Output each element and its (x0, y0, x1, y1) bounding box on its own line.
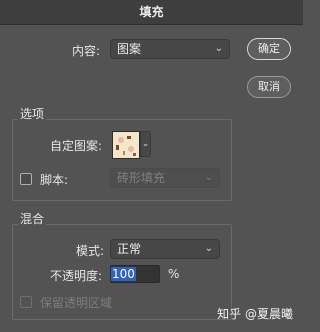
cancel-button[interactable]: 取消 (247, 76, 291, 98)
script-label: 脚本: (40, 173, 69, 187)
opacity-input[interactable]: 100 (110, 265, 160, 283)
watermark: 知乎 @夏晨曦 (217, 307, 293, 321)
content-select-value: 图案 (117, 42, 142, 56)
blending-group-title: 混合 (18, 210, 47, 227)
content-label: 内容: (72, 44, 101, 58)
ok-button[interactable]: 确定 (247, 38, 291, 60)
chevron-down-icon: ⌄ (204, 243, 213, 254)
pattern-preview-icon (113, 132, 139, 158)
opacity-label: 不透明度: (50, 269, 103, 283)
options-group-title: 选项 (18, 105, 47, 122)
dialog-title: 填充 (0, 0, 303, 25)
chevron-down-icon: ⌄ (214, 43, 223, 54)
pattern-picker-button[interactable]: ⌄ (140, 131, 151, 157)
content-select[interactable]: 图案 ⌄ (110, 39, 230, 59)
script-select[interactable]: 砖形填充 ⌄ (110, 168, 220, 188)
pattern-swatch[interactable] (112, 131, 140, 159)
chevron-down-icon: ⌄ (204, 172, 213, 183)
opacity-value: 100 (111, 267, 136, 281)
script-checkbox[interactable] (20, 173, 32, 185)
script-select-value: 砖形填充 (117, 171, 166, 185)
mode-label: 模式: (76, 244, 105, 258)
chevron-down-icon: ⌄ (141, 139, 150, 149)
preserve-transparency-checkbox[interactable] (20, 296, 32, 308)
custom-pattern-label: 自定图案: (50, 139, 103, 153)
mode-select[interactable]: 正常 ⌄ (110, 239, 220, 259)
preserve-transparency-label: 保留透明区域 (40, 296, 113, 310)
mode-select-value: 正常 (117, 242, 142, 256)
opacity-unit: % (168, 267, 180, 281)
